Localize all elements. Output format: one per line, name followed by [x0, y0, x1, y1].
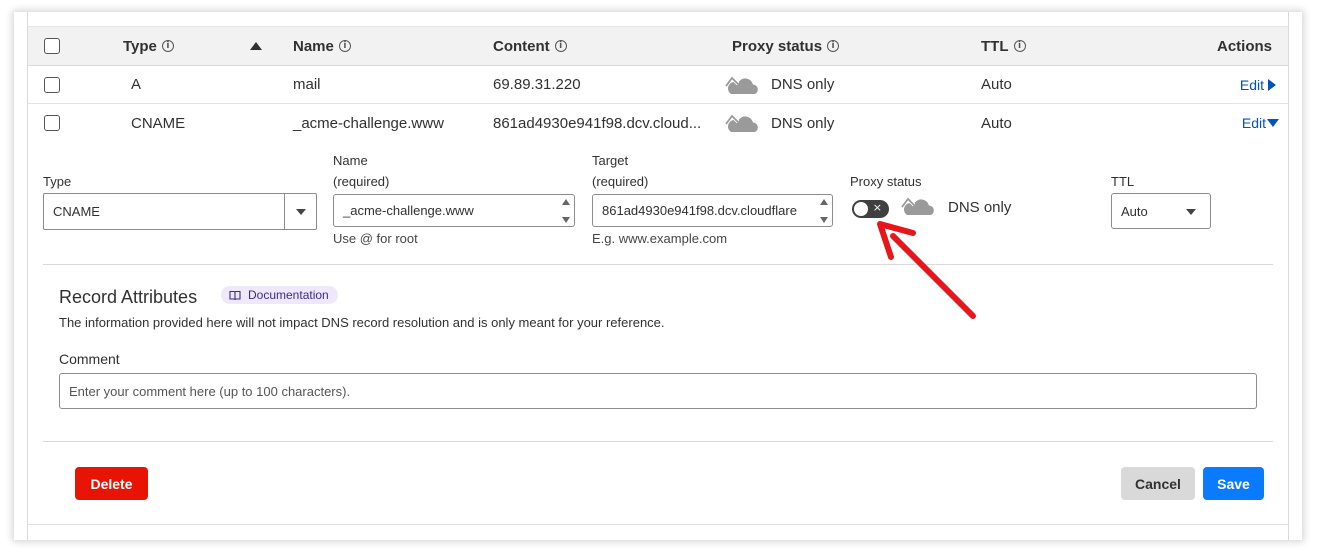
proxy-status-value: DNS only — [948, 199, 1012, 216]
chevron-down-icon — [1186, 209, 1196, 215]
row-divider — [28, 524, 1288, 525]
row-content: 69.89.31.220 — [493, 76, 581, 93]
ttl-select-value: Auto — [1121, 203, 1148, 219]
dns-records-card: Type i Name i Content i Proxy status i T… — [27, 12, 1289, 540]
select-all-checkbox[interactable] — [44, 38, 60, 54]
name-stepper[interactable] — [562, 199, 570, 223]
toggle-off-icon: × — [872, 201, 882, 214]
edit-link-label: Edit — [1241, 115, 1266, 131]
header-name[interactable]: Name i — [293, 27, 351, 65]
info-icon[interactable]: i — [338, 40, 351, 52]
header-proxy-status[interactable]: Proxy status i — [732, 27, 840, 65]
row-proxy-label: DNS only — [771, 114, 835, 132]
comment-label: Comment — [59, 351, 120, 367]
cloud-dns-only-icon — [725, 74, 758, 94]
name-input[interactable]: _acme-challenge.www — [333, 194, 575, 227]
proxy-status-toggle[interactable]: × — [852, 200, 889, 218]
cloud-dns-only-icon — [725, 113, 758, 132]
row-ttl: Auto — [981, 76, 1012, 93]
header-ttl-label: TTL — [981, 37, 1009, 55]
info-icon[interactable]: i — [1013, 40, 1026, 52]
info-icon[interactable]: i — [161, 40, 174, 52]
divider — [43, 264, 1273, 265]
header-name-label: Name — [293, 37, 334, 55]
info-icon[interactable]: i — [554, 40, 567, 52]
row-name: _acme-challenge.www — [293, 114, 444, 132]
row-proxy: DNS only — [725, 104, 834, 142]
target-stepper[interactable] — [820, 199, 828, 223]
triangle-right-icon — [1268, 78, 1276, 91]
name-input-value: _acme-challenge.www — [343, 203, 474, 218]
save-button[interactable]: Save — [1203, 467, 1264, 500]
row-proxy: DNS only — [725, 66, 834, 103]
type-select[interactable]: CNAME — [43, 193, 317, 230]
ttl-select[interactable]: Auto — [1111, 193, 1211, 229]
target-required: (required) — [592, 174, 649, 189]
attributes-description: The information provided here will not i… — [59, 315, 665, 330]
header-actions: Actions — [1216, 37, 1272, 55]
info-icon[interactable]: i — [827, 40, 840, 52]
edit-link[interactable]: Edit — [1242, 104, 1279, 142]
type-label: Type — [43, 174, 72, 189]
target-input-value: 861ad4930e941f98.dcv.cloudflare — [602, 203, 797, 218]
name-required: (required) — [333, 174, 390, 189]
screenshot-frame: Type i Name i Content i Proxy status i T… — [14, 12, 1302, 540]
table-row: A mail 69.89.31.220 DNS only Auto Edit — [28, 66, 1288, 104]
row-name: mail — [293, 76, 321, 93]
edit-link[interactable]: Edit — [1240, 66, 1276, 103]
documentation-link-label: Documentation — [248, 288, 329, 302]
row-proxy-label: DNS only — [771, 76, 835, 93]
target-hint: E.g. www.example.com — [592, 231, 728, 246]
cloud-dns-only-icon — [901, 196, 934, 215]
header-proxy-status-label: Proxy status — [732, 37, 823, 55]
cancel-button[interactable]: Cancel — [1121, 467, 1195, 500]
name-label: Name — [333, 153, 368, 168]
type-select-value: CNAME — [53, 204, 100, 219]
header-content-label: Content — [493, 37, 550, 55]
book-icon — [229, 290, 241, 300]
row-type: A — [131, 76, 142, 93]
record-attributes-title: Record Attributes — [59, 287, 198, 307]
row-checkbox[interactable] — [44, 76, 60, 93]
row-checkbox[interactable] — [44, 115, 60, 131]
comment-input[interactable]: Enter your comment here (up to 100 chara… — [59, 373, 1257, 409]
delete-button[interactable]: Delete — [75, 467, 148, 500]
proxy-status-label: Proxy status — [850, 174, 922, 189]
table-row: CNAME _acme-challenge.www 861ad4930e941f… — [28, 104, 1288, 142]
header-type-label: Type — [123, 37, 157, 55]
table-header: Type i Name i Content i Proxy status i T… — [28, 26, 1288, 66]
triangle-down-icon — [1267, 119, 1279, 127]
target-input[interactable]: 861ad4930e941f98.dcv.cloudflare — [592, 194, 833, 227]
row-content: 861ad4930e941f98.dcv.cloud... — [493, 114, 702, 132]
header-content[interactable]: Content i — [493, 27, 567, 65]
target-label: Target — [592, 153, 629, 168]
select-all-cell — [44, 27, 60, 65]
comment-placeholder: Enter your comment here (up to 100 chara… — [69, 383, 351, 399]
edit-link-label: Edit — [1239, 76, 1264, 93]
chevron-down-icon[interactable] — [284, 194, 316, 229]
row-ttl: Auto — [981, 114, 1012, 132]
divider — [43, 441, 1273, 442]
sort-ascending-icon[interactable] — [250, 27, 262, 65]
documentation-link[interactable]: Documentation — [221, 286, 338, 304]
header-ttl[interactable]: TTL i — [981, 27, 1026, 65]
row-type: CNAME — [131, 114, 186, 132]
header-type[interactable]: Type i — [123, 27, 174, 65]
name-hint: Use @ for root — [333, 231, 418, 246]
ttl-label: TTL — [1111, 174, 1135, 189]
